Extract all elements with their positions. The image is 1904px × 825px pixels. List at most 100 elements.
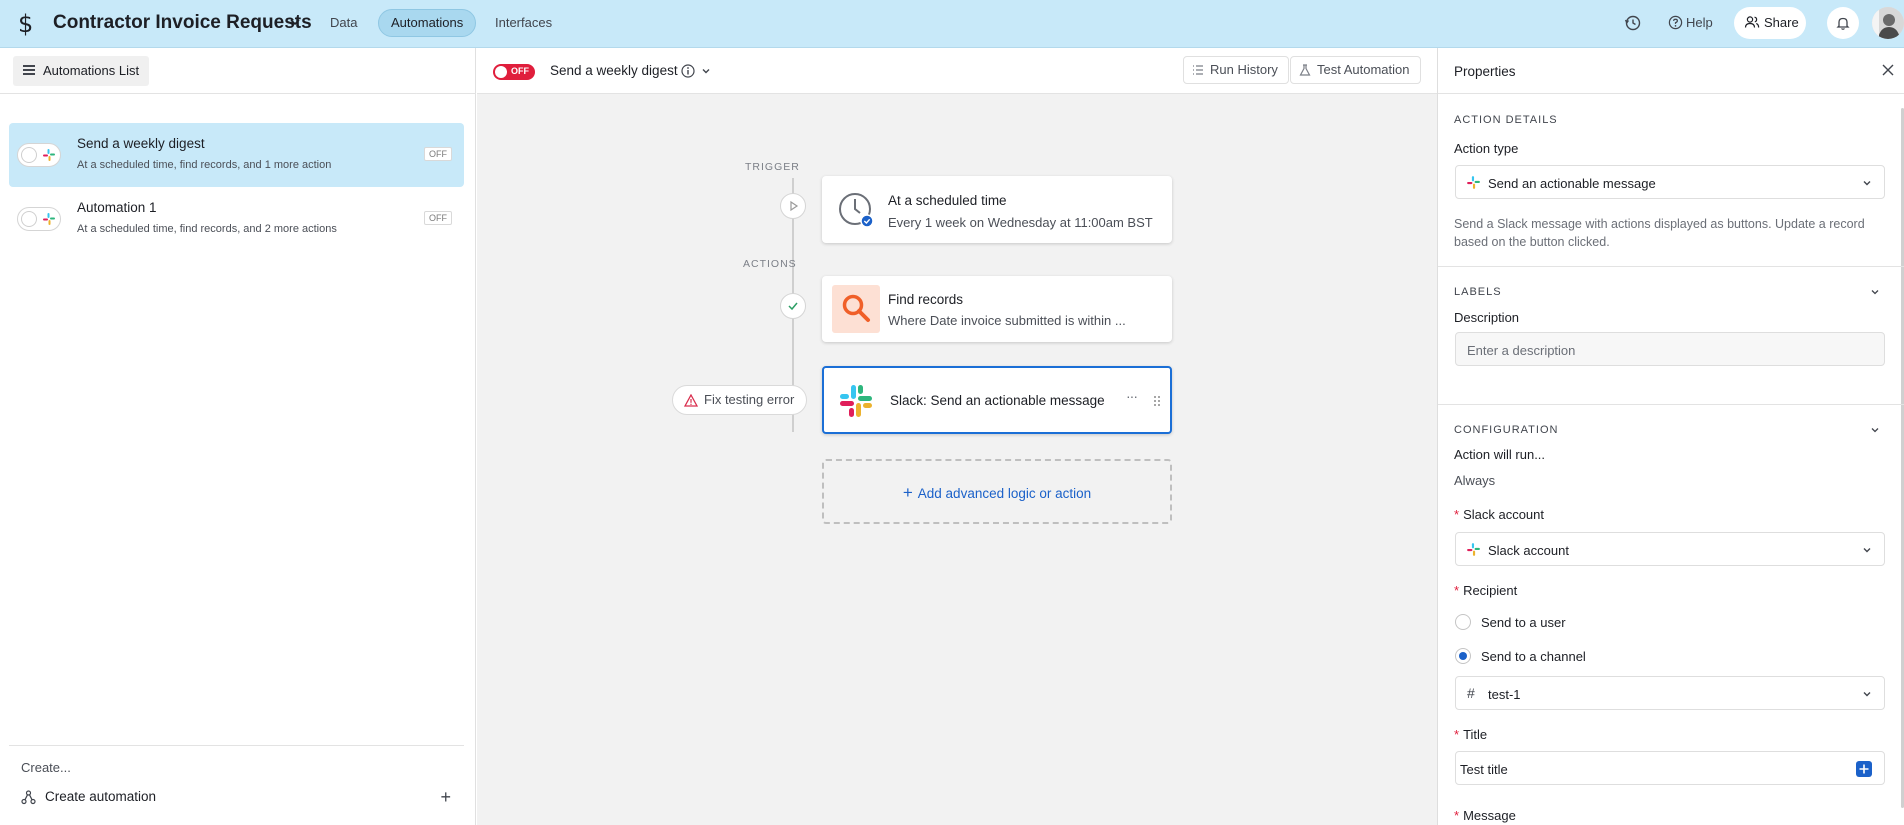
app-title[interactable]: Contractor Invoice Requests xyxy=(53,12,312,34)
flask-icon xyxy=(1299,64,1311,76)
tab-data[interactable]: Data xyxy=(318,9,369,37)
create-automation-label: Create automation xyxy=(45,789,157,804)
divider xyxy=(1438,266,1904,267)
plus-icon xyxy=(1859,764,1869,774)
automations-sidebar: Automations List Send a weekly digest At… xyxy=(0,48,476,825)
automation-subtitle: At a scheduled time, find records, and 1… xyxy=(77,159,332,171)
list-item-automation[interactable]: Send a weekly digest At a scheduled time… xyxy=(9,123,464,187)
slack-icon xyxy=(1467,176,1480,189)
find-records-subtitle: Where Date invoice submitted is within .… xyxy=(888,313,1126,328)
description-label: Description xyxy=(1454,310,1520,325)
recipient-channel-label[interactable]: Send to a channel xyxy=(1481,649,1586,664)
tab-interfaces[interactable]: Interfaces xyxy=(483,9,564,37)
chevron-down-icon[interactable] xyxy=(288,15,302,29)
recipient-label: Recipient xyxy=(1463,583,1518,598)
slack-account-select[interactable]: Slack account xyxy=(1455,532,1885,566)
find-records-card[interactable]: Find records Where Date invoice submitte… xyxy=(822,276,1172,342)
more-options-icon[interactable]: ··· xyxy=(1126,388,1138,404)
action-details-heading: ACTION DETAILS xyxy=(1454,114,1558,126)
divider xyxy=(1438,404,1904,405)
recipient-user-radio[interactable] xyxy=(1455,614,1471,630)
automations-list-label: Automations List xyxy=(43,63,140,78)
dollar-icon[interactable]: $ xyxy=(18,10,33,38)
trigger-section-label: TRIGGER xyxy=(745,161,800,173)
status-badge: OFF xyxy=(424,211,452,225)
status-badge: OFF xyxy=(424,147,452,161)
notifications-button[interactable] xyxy=(1827,7,1859,39)
title-label: Title xyxy=(1463,727,1488,742)
automation-name[interactable]: Send a weekly digest xyxy=(550,63,678,78)
info-icon[interactable] xyxy=(681,64,695,78)
run-trigger-button[interactable] xyxy=(780,193,806,219)
add-logic-label-wrap: + Add advanced logic or action xyxy=(824,483,1170,503)
automation-toggle[interactable] xyxy=(17,207,61,231)
recipient-channel-radio[interactable] xyxy=(1455,648,1471,664)
insert-field-button[interactable] xyxy=(1856,761,1872,777)
labels-heading: LABELS xyxy=(1454,286,1502,298)
slack-icon xyxy=(840,385,872,417)
automations-list-button[interactable]: Automations List xyxy=(13,56,150,86)
title-field[interactable]: Test title xyxy=(1455,751,1885,785)
chevron-down-icon xyxy=(1863,548,1871,553)
toggle-knob xyxy=(21,211,37,227)
required-marker: * xyxy=(1454,583,1460,598)
close-icon[interactable] xyxy=(1879,61,1897,79)
recipient-label-wrap: * Recipient xyxy=(1454,583,1517,598)
list-icon xyxy=(1193,65,1203,75)
add-logic-label: Add advanced logic or action xyxy=(917,486,1092,501)
message-label: Message xyxy=(1463,808,1516,823)
trigger-card[interactable]: At a scheduled time Every 1 week on Wedn… xyxy=(822,176,1172,243)
action-type-select[interactable]: Send an actionable message xyxy=(1455,165,1885,199)
toggle-knob xyxy=(21,147,37,163)
chevron-down-icon[interactable] xyxy=(1870,425,1880,435)
help-button[interactable]: Help xyxy=(1668,13,1713,33)
plus-icon: + xyxy=(902,483,913,502)
description-field[interactable]: Enter a description xyxy=(1455,332,1885,366)
bell-icon xyxy=(1836,17,1850,30)
history-icon[interactable] xyxy=(1623,13,1643,33)
recipient-user-label[interactable]: Send to a user xyxy=(1481,615,1566,630)
test-automation-button[interactable]: Test Automation xyxy=(1290,56,1421,84)
drag-handle-icon[interactable] xyxy=(1153,395,1161,407)
action-type-description: Send a Slack message with actions displa… xyxy=(1454,217,1865,249)
chevron-down-icon[interactable] xyxy=(1870,287,1880,297)
clock-icon xyxy=(839,193,874,228)
fix-testing-error-button[interactable]: Fix testing error xyxy=(672,385,807,415)
avatar[interactable] xyxy=(1872,7,1904,39)
step-status-indicator xyxy=(780,293,806,319)
find-records-title: Find records xyxy=(888,292,964,307)
share-button[interactable]: Share xyxy=(1734,7,1806,39)
run-history-button[interactable]: Run History xyxy=(1183,56,1289,84)
automation-title: Send a weekly digest xyxy=(77,136,205,151)
required-marker: * xyxy=(1454,727,1460,742)
automation-icon xyxy=(21,790,36,805)
user-avatar-icon xyxy=(1872,7,1904,39)
divider xyxy=(0,93,476,94)
channel-select[interactable]: # test-1 xyxy=(1455,676,1885,710)
action-type-label: Action type xyxy=(1454,141,1519,156)
menu-icon xyxy=(23,65,35,75)
properties-header: Properties xyxy=(1438,48,1904,94)
title-value: Test title xyxy=(1460,762,1508,777)
divider xyxy=(9,745,464,746)
tab-automations[interactable]: Automations xyxy=(378,9,477,37)
add-advanced-logic-button[interactable]: + Add advanced logic or action xyxy=(822,459,1172,524)
check-icon xyxy=(788,302,798,311)
automation-toggle[interactable] xyxy=(17,143,61,167)
question-icon xyxy=(1668,15,1683,30)
description-placeholder: Enter a description xyxy=(1467,343,1576,358)
slack-action-card[interactable]: Slack: Send an actionable message ··· xyxy=(822,366,1172,434)
list-item-automation[interactable]: Automation 1 At a scheduled time, find r… xyxy=(9,187,464,251)
slack-icon xyxy=(43,213,55,225)
chevron-down-icon[interactable] xyxy=(701,66,711,76)
test-automation-label: Test Automation xyxy=(1317,62,1410,77)
automation-title: Automation 1 xyxy=(77,200,157,215)
action-will-run-value: Always xyxy=(1454,473,1496,488)
automation-on-off-toggle[interactable]: OFF xyxy=(493,64,535,80)
create-automation-button[interactable]: Create automation + xyxy=(21,788,451,808)
slack-account-value: Slack account xyxy=(1488,543,1569,558)
automation-subtitle: At a scheduled time, find records, and 2… xyxy=(77,223,337,235)
slack-account-label-wrap: * Slack account xyxy=(1454,507,1544,522)
automation-canvas: OFF Send a weekly digest Run History Tes… xyxy=(477,48,1437,825)
configuration-heading: CONFIGURATION xyxy=(1454,424,1559,436)
